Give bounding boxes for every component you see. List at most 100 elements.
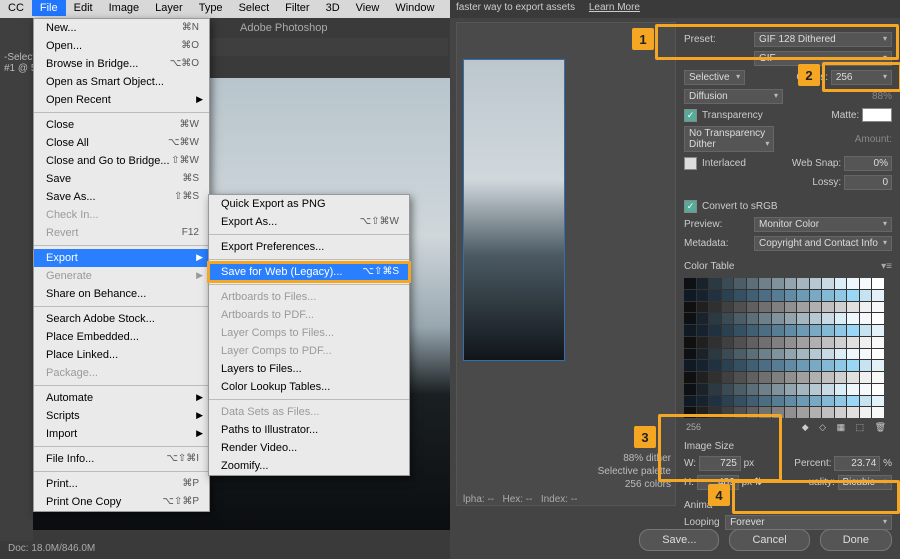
format-select[interactable]: GIF bbox=[754, 51, 892, 66]
menu-item[interactable]: Export As...⌥⇧⌘W bbox=[209, 213, 409, 231]
menu-item[interactable]: Scripts▶ bbox=[34, 407, 209, 425]
menu-item: Layer Comps to PDF... bbox=[209, 342, 409, 360]
matte-swatch[interactable] bbox=[862, 108, 892, 122]
colortable-menu-icon[interactable]: ▾≡ bbox=[881, 261, 892, 272]
dither-method-select[interactable]: Diffusion bbox=[684, 89, 783, 104]
colortable-title: Color Table bbox=[684, 261, 734, 272]
looping-select[interactable]: Forever bbox=[725, 515, 892, 530]
menu-item[interactable]: New...⌘N bbox=[34, 19, 209, 37]
link-icon[interactable]: ⇅ bbox=[752, 477, 764, 488]
menubar-item-filter[interactable]: Filter bbox=[277, 0, 317, 16]
cancel-button[interactable]: Cancel bbox=[729, 529, 809, 551]
menu-item[interactable]: Browse in Bridge...⌥⌘O bbox=[34, 55, 209, 73]
preview-image[interactable] bbox=[463, 59, 565, 361]
transparency-dither-select[interactable]: No Transparency Dither bbox=[684, 126, 774, 152]
preset-select[interactable]: GIF 128 Dithered bbox=[754, 32, 892, 47]
menu-item[interactable]: Share on Behance... bbox=[34, 285, 209, 303]
colors-select[interactable]: 256 bbox=[831, 70, 892, 85]
callout-badge-2: 2 bbox=[798, 64, 820, 86]
menubar[interactable]: CCFileEditImageLayerTypeSelectFilter3DVi… bbox=[0, 0, 450, 18]
preview-mode-label: Preview: bbox=[684, 219, 754, 230]
menu-item[interactable]: Render Video... bbox=[209, 439, 409, 457]
menubar-item-type[interactable]: Type bbox=[191, 0, 231, 16]
interlaced-label: Interlaced bbox=[702, 158, 746, 169]
menu-item: Artboards to PDF... bbox=[209, 306, 409, 324]
menu-item[interactable]: Close and Go to Bridge...⇧⌘W bbox=[34, 152, 209, 170]
percent-input[interactable]: 23.74 bbox=[834, 456, 880, 471]
menu-item[interactable]: Place Linked... bbox=[34, 346, 209, 364]
srgb-label: Convert to sRGB bbox=[702, 201, 778, 212]
menu-item: Package... bbox=[34, 364, 209, 382]
menu-item[interactable]: Print...⌘P bbox=[34, 475, 209, 493]
menubar-item-edit[interactable]: Edit bbox=[66, 0, 101, 16]
srgb-checkbox[interactable] bbox=[684, 200, 697, 213]
menubar-item-layer[interactable]: Layer bbox=[147, 0, 191, 16]
menu-item[interactable]: Close⌘W bbox=[34, 116, 209, 134]
menu-item[interactable]: Save⌘S bbox=[34, 170, 209, 188]
percent-label: Percent: bbox=[794, 458, 831, 469]
menu-item[interactable]: Import▶ bbox=[34, 425, 209, 443]
menu-item[interactable]: File Info...⌥⇧⌘I bbox=[34, 450, 209, 468]
callout-badge-4: 4 bbox=[708, 484, 730, 506]
quality-select[interactable]: Bicubic bbox=[838, 475, 892, 490]
menu-item[interactable]: Open Recent▶ bbox=[34, 91, 209, 109]
menu-item[interactable]: Layers to Files... bbox=[209, 360, 409, 378]
color-table[interactable] bbox=[684, 278, 884, 418]
done-button[interactable]: Done bbox=[820, 529, 892, 551]
export-submenu[interactable]: Quick Export as PNGExport As...⌥⇧⌘W Expor… bbox=[208, 194, 410, 476]
menubar-item-3d[interactable]: 3D bbox=[318, 0, 348, 16]
menubar-item-view[interactable]: View bbox=[348, 0, 388, 16]
menu-item: Layer Comps to Files... bbox=[209, 324, 409, 342]
menu-item[interactable]: Search Adobe Stock... bbox=[34, 310, 209, 328]
menu-item[interactable]: Save As...⇧⌘S bbox=[34, 188, 209, 206]
menu-item[interactable]: Place Embedded... bbox=[34, 328, 209, 346]
lossy-label: Lossy: bbox=[812, 177, 841, 188]
file-menu[interactable]: New...⌘NOpen...⌘OBrowse in Bridge...⌥⌘OO… bbox=[33, 18, 210, 512]
menu-item[interactable]: Print One Copy⌥⇧⌘P bbox=[34, 493, 209, 511]
menu-item[interactable]: Open as Smart Object... bbox=[34, 73, 209, 91]
menu-item: Artboards to Files... bbox=[209, 288, 409, 306]
interlaced-checkbox[interactable] bbox=[684, 157, 697, 170]
learn-more-link[interactable]: Learn More bbox=[589, 2, 640, 13]
options-bar bbox=[208, 38, 448, 56]
menu-item[interactable]: Paths to Illustrator... bbox=[209, 421, 409, 439]
preview-mode-select[interactable]: Monitor Color bbox=[754, 217, 892, 232]
amount-label: Amount: bbox=[855, 134, 892, 145]
colortable-tools[interactable]: ◆ ◇ ▦ ⬚ 🗑 bbox=[802, 422, 890, 433]
menu-item[interactable]: Save for Web (Legacy)...⌥⇧⌘S bbox=[209, 263, 409, 281]
lossy-value[interactable]: 0 bbox=[844, 175, 892, 190]
colortable-count: 256 bbox=[686, 422, 701, 433]
menu-item[interactable]: Automate▶ bbox=[34, 389, 209, 407]
menubar-item-window[interactable]: Window bbox=[387, 0, 442, 16]
transparency-checkbox[interactable] bbox=[684, 109, 697, 122]
status-bar: Doc: 18.0M/846.0M bbox=[0, 541, 450, 559]
imagesize-title: Image Size bbox=[684, 441, 734, 452]
info-bar: faster way to export assets Learn More bbox=[450, 0, 900, 18]
settings-column: Preset: GIF 128 Dithered GIF Selective C… bbox=[680, 22, 896, 536]
save-button[interactable]: Save... bbox=[639, 529, 719, 551]
menu-item: Data Sets as Files... bbox=[209, 403, 409, 421]
menubar-item-select[interactable]: Select bbox=[231, 0, 278, 16]
preview-stats: 88% dither Selective palette 256 colors bbox=[587, 452, 671, 491]
app-name: Adobe Photoshop bbox=[240, 22, 327, 34]
metadata-select[interactable]: Copyright and Contact Info bbox=[754, 236, 892, 251]
menu-item[interactable]: Export Preferences... bbox=[209, 238, 409, 256]
menu-item: Check In... bbox=[34, 206, 209, 224]
menu-item[interactable]: Close All⌥⌘W bbox=[34, 134, 209, 152]
menubar-item-cc[interactable]: CC bbox=[0, 0, 32, 16]
menu-item[interactable]: Open...⌘O bbox=[34, 37, 209, 55]
menu-item[interactable]: Quick Export as PNG bbox=[209, 195, 409, 213]
width-input[interactable]: 725 bbox=[699, 456, 741, 471]
looping-label: Looping bbox=[684, 517, 720, 528]
menu-item[interactable]: Color Lookup Tables... bbox=[209, 378, 409, 396]
callout-badge-1: 1 bbox=[632, 28, 654, 50]
reduction-select[interactable]: Selective bbox=[684, 70, 745, 85]
dither-pct: 88% bbox=[872, 91, 892, 102]
preview-bottom-bar: lpha: -- Hex: -- Index: -- bbox=[463, 494, 673, 505]
menu-item[interactable]: Zoomify... bbox=[209, 457, 409, 475]
menu-item[interactable]: Export▶ bbox=[34, 249, 209, 267]
transparency-label: Transparency bbox=[702, 110, 763, 121]
menubar-item-image[interactable]: Image bbox=[101, 0, 148, 16]
websnap-value[interactable]: 0% bbox=[844, 156, 892, 171]
menubar-item-file[interactable]: File bbox=[32, 0, 66, 16]
